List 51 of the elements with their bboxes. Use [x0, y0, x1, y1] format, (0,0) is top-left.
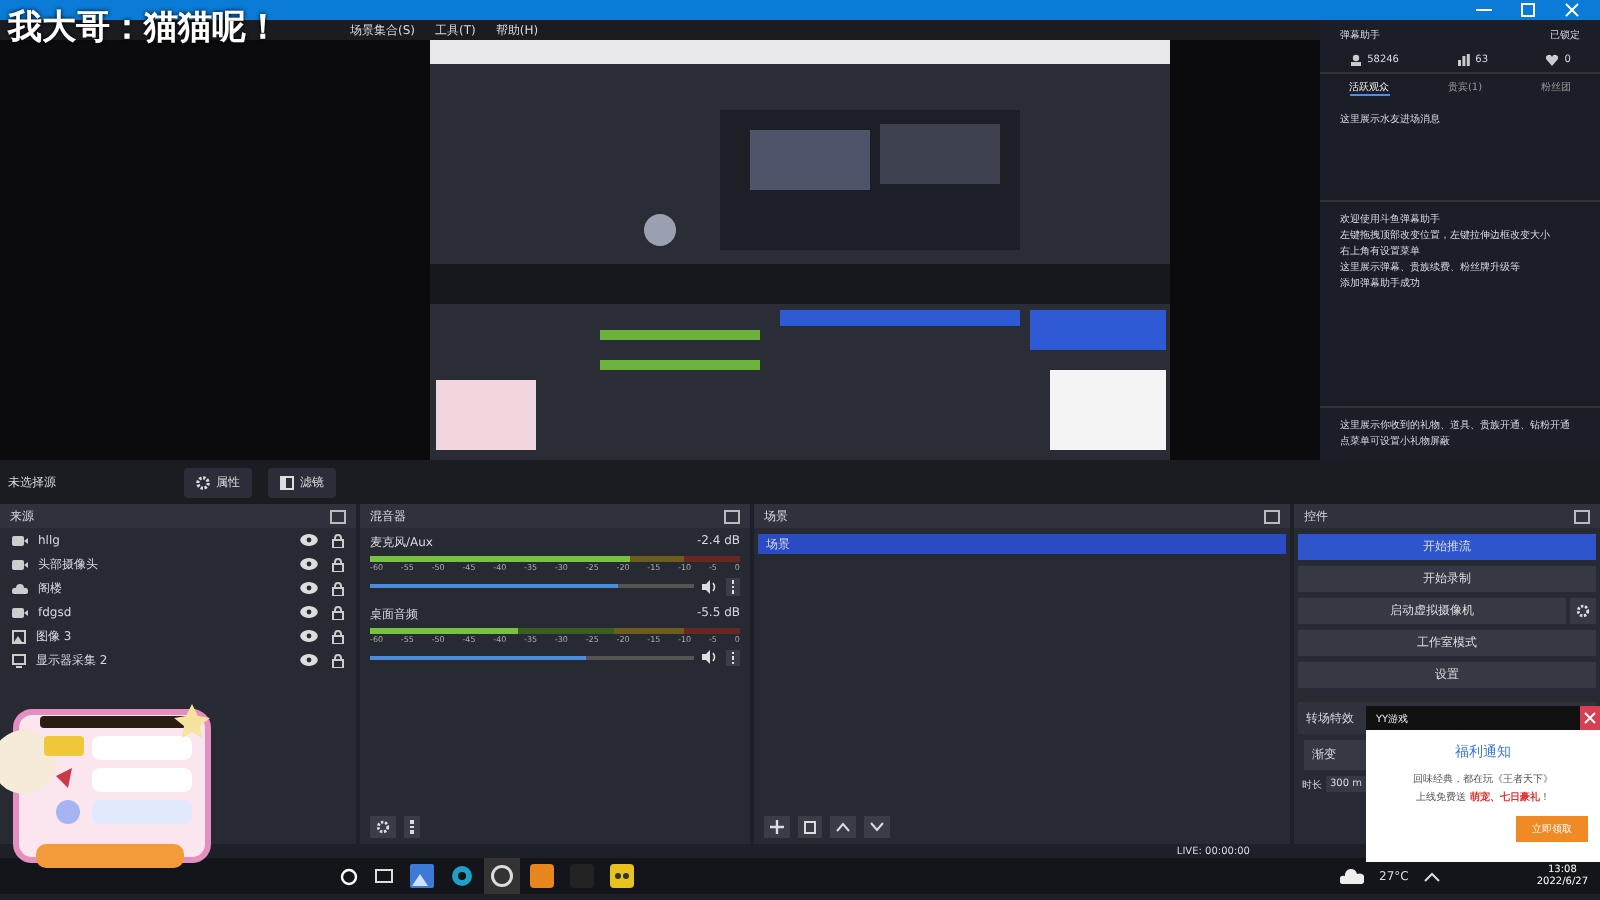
- camera-icon: [12, 535, 28, 545]
- game-app-icon[interactable]: [610, 864, 634, 888]
- task-view-icon[interactable]: [374, 868, 394, 884]
- cloud-icon: [12, 583, 28, 593]
- lock-icon[interactable]: [332, 653, 344, 667]
- undock-icon[interactable]: [330, 509, 346, 523]
- down-icon[interactable]: [864, 816, 890, 838]
- settings-icon[interactable]: [370, 816, 396, 838]
- speaker-icon[interactable]: [701, 579, 717, 594]
- volume-slider[interactable]: [370, 584, 693, 589]
- lock-icon[interactable]: [332, 581, 344, 595]
- eye-icon[interactable]: [300, 558, 318, 570]
- speaker-icon[interactable]: [701, 650, 717, 665]
- eye-icon[interactable]: [300, 582, 318, 594]
- chevron-up-icon[interactable]: [1424, 871, 1441, 881]
- chart-icon: [1457, 54, 1470, 66]
- eye-icon[interactable]: [300, 534, 318, 546]
- person-icon: [1349, 54, 1362, 66]
- heart-icon: [1546, 54, 1559, 66]
- add-icon[interactable]: [764, 816, 790, 838]
- search-icon[interactable]: [340, 867, 358, 885]
- camera-icon: [12, 607, 28, 617]
- image-icon: [12, 629, 26, 643]
- lock-icon[interactable]: [332, 533, 344, 547]
- cloud-icon: [1339, 868, 1364, 884]
- panel-icon: [280, 475, 294, 489]
- gear-icon: [196, 475, 210, 489]
- close-icon[interactable]: [1564, 2, 1580, 18]
- more-icon[interactable]: [725, 578, 740, 595]
- volume-slider[interactable]: [370, 655, 693, 660]
- undock-icon[interactable]: [724, 509, 740, 523]
- lock-icon[interactable]: [332, 557, 344, 571]
- eye-icon[interactable]: [300, 606, 318, 618]
- restore-icon[interactable]: [1520, 2, 1536, 18]
- eye-icon[interactable]: [300, 654, 318, 666]
- lock-icon[interactable]: [332, 605, 344, 619]
- lock-icon[interactable]: [332, 629, 344, 643]
- more-icon[interactable]: [404, 816, 419, 838]
- eye-icon[interactable]: [300, 630, 318, 642]
- trash-icon[interactable]: [798, 816, 822, 838]
- close-icon[interactable]: [1580, 706, 1600, 730]
- monitor-icon: [12, 653, 26, 667]
- up-icon[interactable]: [830, 816, 856, 838]
- undock-icon[interactable]: [1574, 509, 1590, 523]
- overlay-caption: 我大哥：猫猫呢！: [8, 6, 280, 50]
- circle-app-icon[interactable]: [450, 864, 474, 888]
- undock-icon[interactable]: [1264, 509, 1280, 523]
- settings-icon[interactable]: [1570, 598, 1596, 624]
- camera-icon: [12, 559, 28, 569]
- more-icon[interactable]: [725, 649, 740, 666]
- photo-app-icon[interactable]: [410, 864, 434, 888]
